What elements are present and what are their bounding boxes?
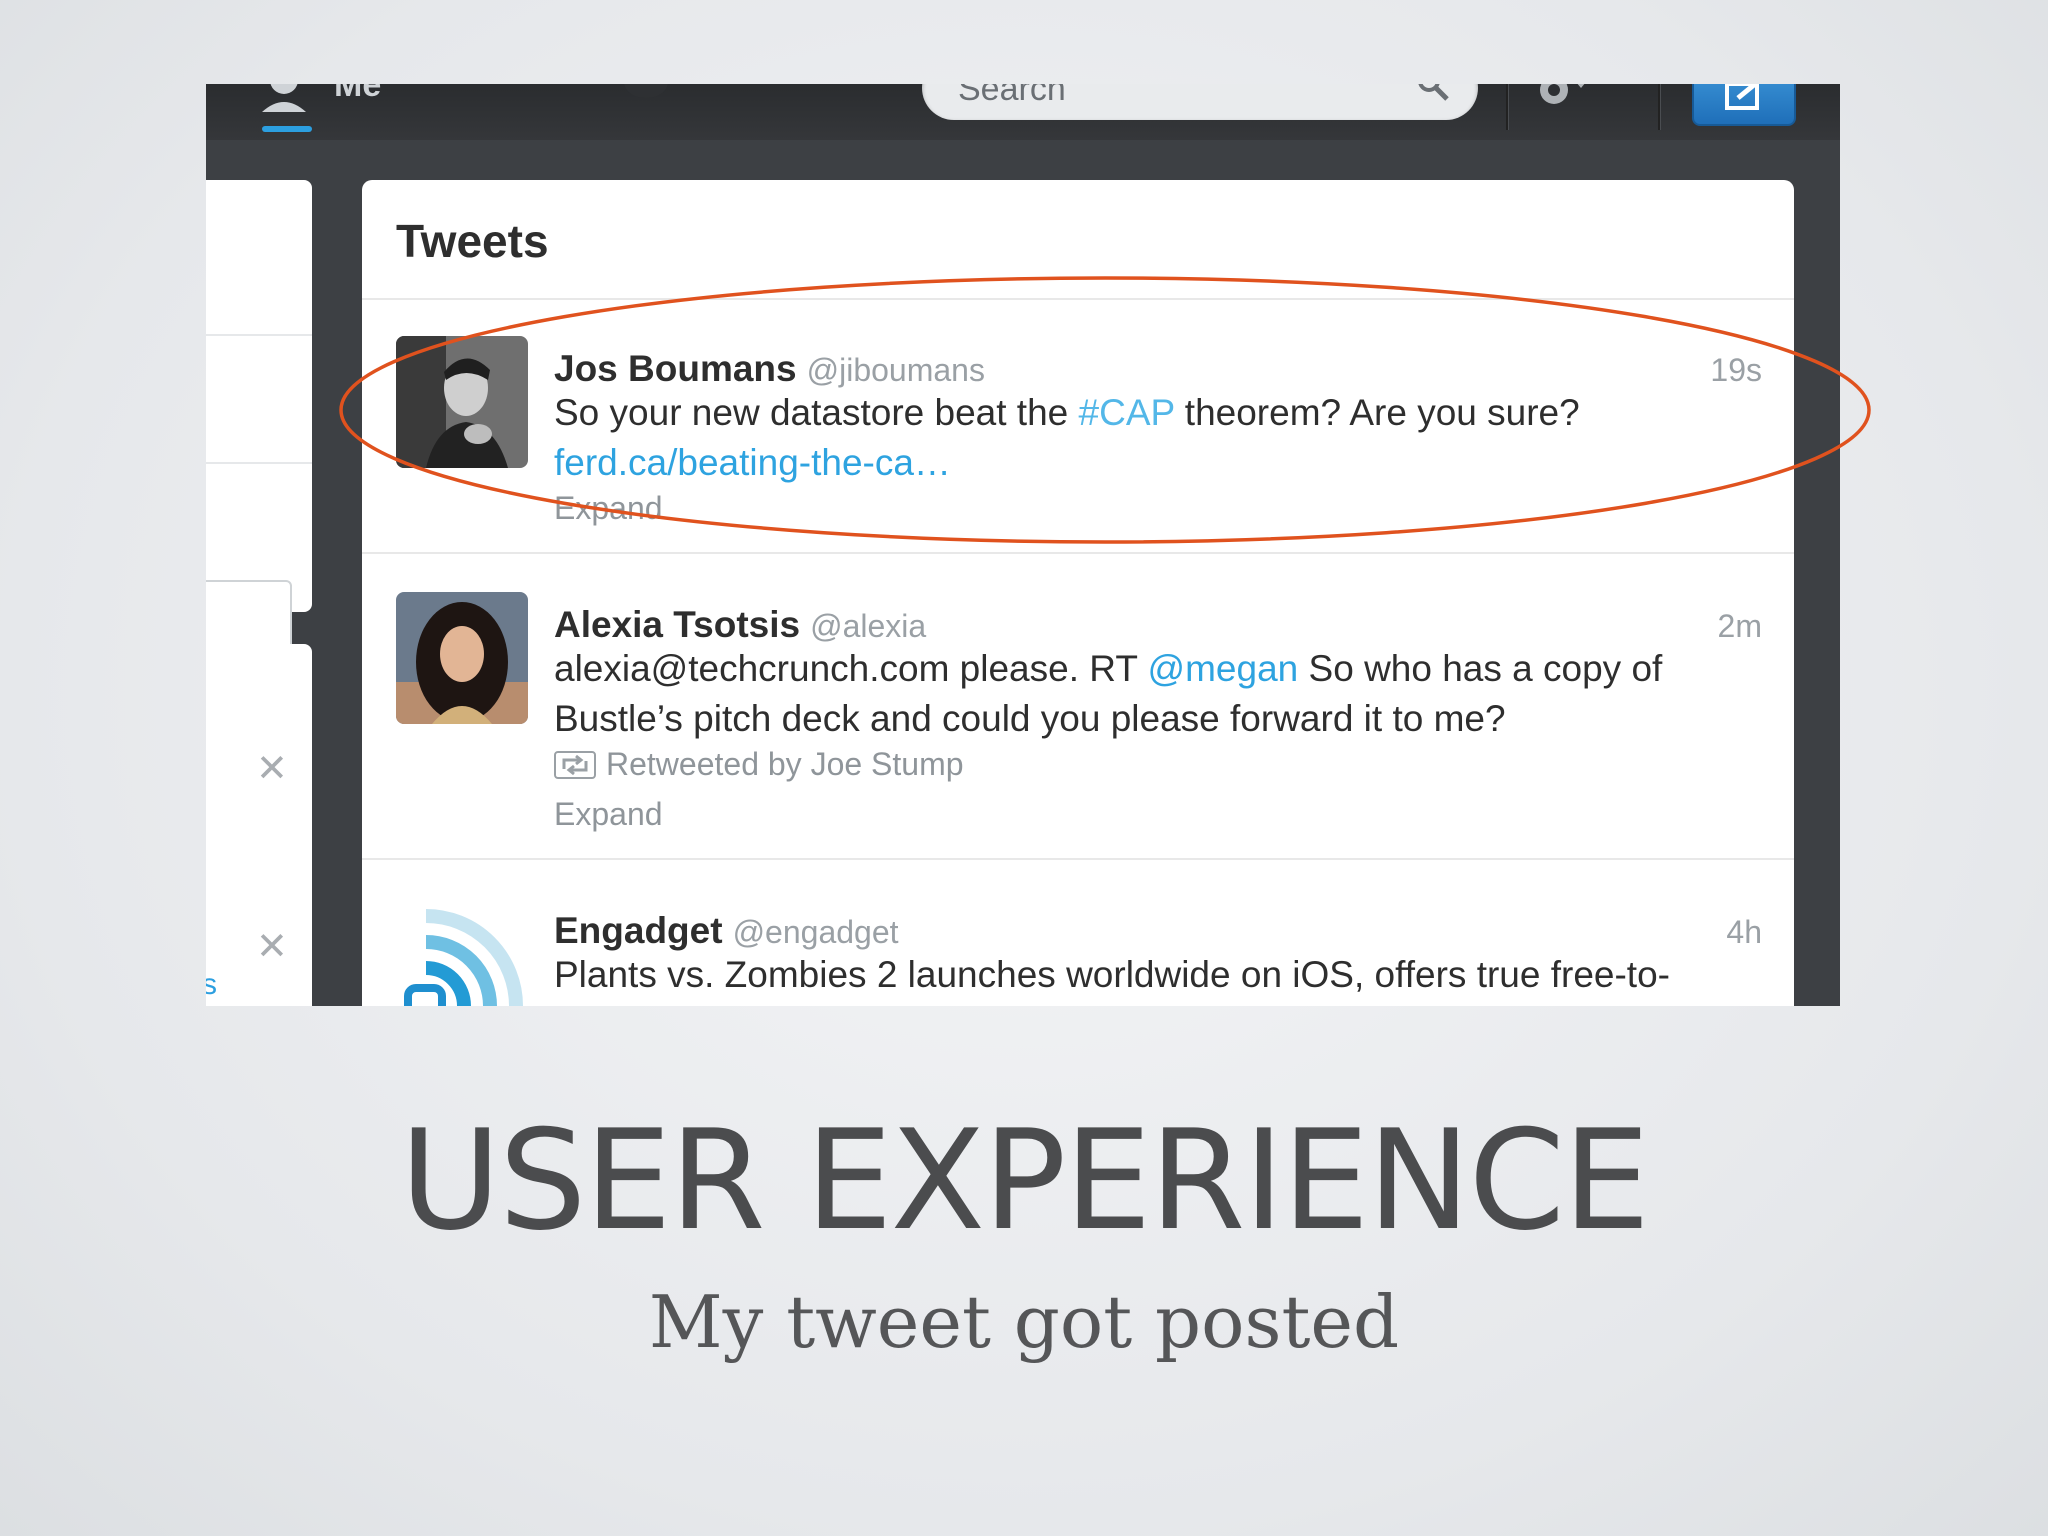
close-icon[interactable]: ✕ <box>256 750 288 788</box>
mention-link[interactable]: @megan <box>1148 648 1299 689</box>
slide-title: USER EXPERIENCE <box>399 1100 1650 1261</box>
profile-card <box>206 180 312 668</box>
me-nav-label[interactable]: Me <box>334 84 381 105</box>
retweet-icon <box>554 751 596 779</box>
tweet-author[interactable]: Alexia Tsotsis @alexia <box>554 604 926 646</box>
tweet-author[interactable]: Engadget @engadget <box>554 910 899 952</box>
slide-subtitle: My tweet got posted <box>648 1280 1400 1364</box>
truncated-link-text: s <box>206 968 217 1001</box>
author-handle[interactable]: @engadget <box>733 914 899 950</box>
avatar[interactable] <box>396 592 528 724</box>
divider <box>362 858 1794 860</box>
tweet-text: alexia@techcrunch.com please. RT @megan … <box>554 644 1754 744</box>
nav-divider <box>1658 84 1660 130</box>
divider <box>206 334 312 336</box>
retweet-info: Retweeted by Joe Stump <box>554 746 964 783</box>
tweet-timestamp[interactable]: 2m <box>1718 608 1762 645</box>
active-nav-indicator <box>262 126 312 132</box>
author-handle[interactable]: @alexia <box>810 608 926 644</box>
divider <box>206 462 312 464</box>
avatar[interactable] <box>396 896 528 1006</box>
gear-icon[interactable] <box>1532 84 1592 118</box>
tweet-timestamp[interactable]: 4h <box>1726 914 1762 951</box>
top-navigation-bar: Me Search <box>206 84 1840 140</box>
nav-divider <box>1506 84 1508 130</box>
tweet-text: Plants vs. Zombies 2 launches worldwide … <box>554 954 1670 995</box>
bird-icon[interactable] <box>616 84 676 108</box>
author-name[interactable]: Alexia Tsotsis <box>554 604 800 645</box>
search-input[interactable]: Search <box>922 84 1478 120</box>
expand-link[interactable]: Expand <box>554 796 663 833</box>
search-placeholder: Search <box>958 84 1066 108</box>
timeline-title: Tweets <box>396 215 549 267</box>
retweeted-by-label[interactable]: Retweeted by Joe Stump <box>606 746 964 782</box>
compose-icon <box>1725 84 1760 110</box>
highlight-ellipse <box>339 276 1871 544</box>
close-icon[interactable]: ✕ <box>256 928 288 966</box>
compose-tweet-button[interactable] <box>1692 84 1796 126</box>
tweet-text-part: alexia@techcrunch.com please. RT <box>554 648 1148 689</box>
person-icon[interactable] <box>254 84 314 118</box>
who-to-follow-card: ✕ ✕ <box>206 644 312 1006</box>
search-icon[interactable] <box>1416 84 1450 102</box>
author-name[interactable]: Engadget <box>554 910 723 951</box>
